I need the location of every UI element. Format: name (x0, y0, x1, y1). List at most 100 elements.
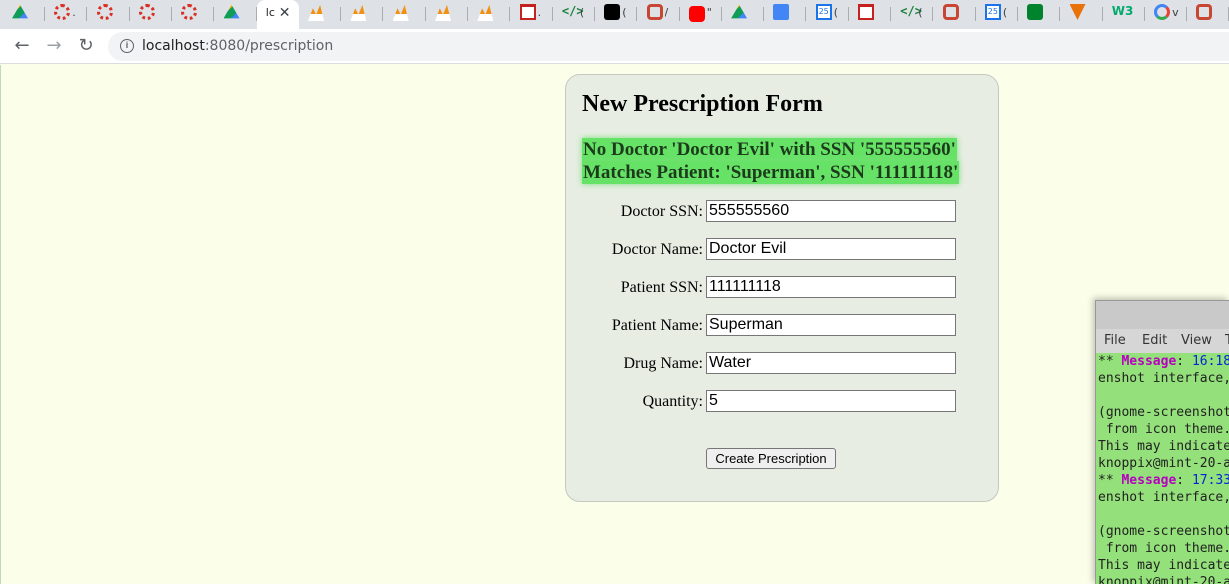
terminal-line-separator: : (1176, 354, 1192, 369)
browser-tab[interactable] (722, 0, 765, 26)
browser-tab[interactable] (426, 0, 468, 26)
browser-tab[interactable]: 25( (976, 0, 1018, 26)
code-icon: </> (561, 4, 584, 18)
terminal-line: from icon theme. (1098, 541, 1229, 556)
tab-title: ( (579, 6, 585, 19)
browser-tab[interactable]: </>( (553, 0, 595, 26)
drug-name-label: Drug Name: (623, 355, 703, 372)
browser-tab[interactable]: W3 (1103, 0, 1145, 26)
browser-tab[interactable] (1187, 0, 1229, 26)
browser-toolbar: ← → ↻ i localhost:8080/prescription (0, 29, 1229, 64)
browser-tab[interactable] (3, 0, 45, 26)
terminal-line: (gnome-screenshot (1098, 405, 1229, 420)
browser-tab[interactable] (172, 0, 215, 26)
oracle-icon (1196, 4, 1213, 20)
address-bar[interactable]: i localhost:8080/prescription (108, 32, 1229, 61)
browser-tab[interactable] (764, 0, 807, 26)
tab-close-icon[interactable]: ✕ (279, 4, 291, 21)
site-info-icon[interactable]: i (120, 39, 134, 53)
terminal-menu-item[interactable]: T (1225, 333, 1229, 348)
drug-name-input[interactable] (706, 352, 956, 374)
code-icon: </> (900, 4, 922, 18)
back-button[interactable]: ← (12, 36, 32, 56)
reload-button[interactable]: ↻ (76, 36, 96, 56)
terminal-line: ** Message: 16:18 (1098, 353, 1229, 370)
google-calendar-icon: 25 (984, 4, 1001, 20)
terminal-menu-item[interactable]: File (1104, 333, 1126, 348)
terminal-line: This may indicate (1098, 439, 1229, 454)
browser-tab[interactable] (88, 0, 130, 26)
browser-tab[interactable] (1061, 0, 1103, 26)
browser-tab[interactable]: " (680, 0, 722, 26)
doctor-name-input[interactable] (706, 238, 956, 260)
tab-title: " (706, 6, 712, 19)
browser-tab[interactable]: ( (595, 0, 638, 26)
google-icon (1154, 4, 1171, 20)
error-line-2: Matches Patient: 'Superman', SSN '111111… (582, 161, 960, 184)
terminal-window[interactable]: File Edit View T ** Message: 16:18 enshot in… (1095, 300, 1229, 584)
browser-tab[interactable] (299, 0, 342, 26)
browser-tab[interactable] (849, 0, 891, 26)
terminal-line-separator: : (1176, 473, 1192, 488)
terminal-menubar: File Edit View T (1096, 329, 1229, 353)
terminal-menu-item[interactable]: Edit (1142, 333, 1167, 348)
patient-name-label: Patient Name: (611, 317, 703, 334)
doctor-name-label: Doctor Name: (611, 241, 703, 258)
tab-title: . (72, 6, 76, 19)
forward-button[interactable]: → (44, 36, 64, 56)
patient-ssn-input[interactable] (706, 276, 956, 298)
tab-title: lc (265, 6, 275, 19)
terminal-output[interactable]: ** Message: 16:18 enshot interface, (gnome… (1096, 353, 1229, 584)
tab-title: ( (622, 6, 627, 19)
create-prescription-button[interactable]: Create Prescription (706, 448, 836, 469)
browser-tab[interactable]: . (511, 0, 553, 26)
browser-tab[interactable] (1018, 0, 1061, 26)
quantity-label: Quantity: (642, 393, 703, 410)
browser-tab[interactable] (468, 0, 511, 26)
quantity-input[interactable] (706, 390, 956, 412)
terminal-timestamp: 16:18 (1191, 354, 1229, 369)
browser-tab[interactable] (215, 0, 257, 26)
error-message: No Doctor 'Doctor Evil' with SSN '555555… (582, 138, 972, 184)
page-content: New Prescription Form No Doctor 'Doctor … (0, 65, 1229, 584)
browser-tab[interactable] (384, 0, 426, 26)
browser-tab[interactable]: </>( (891, 0, 934, 26)
doctor-name-row: Doctor Name: (566, 238, 1000, 262)
browser-tab[interactable]: lc ✕ (256, 0, 299, 29)
google-docs-icon (773, 4, 790, 20)
browser-tab[interactable]: v (1145, 0, 1188, 26)
terminal-message-keyword: Message (1121, 354, 1177, 369)
google-meet-icon (1027, 4, 1044, 20)
terminal-line-prefix: ** (1098, 354, 1122, 369)
terminal-line: enshot interface, (1098, 490, 1229, 505)
youtube-icon (688, 6, 705, 22)
url-path: :8080/prescription (204, 38, 334, 54)
terminal-menu-item[interactable]: View (1181, 333, 1212, 348)
terminal-titlebar[interactable] (1096, 301, 1229, 329)
url-text[interactable]: localhost:8080/prescription (142, 38, 333, 54)
terminal-message-keyword: Message (1121, 473, 1177, 488)
browser-tab[interactable]: 25( (807, 0, 849, 26)
black-square-icon (604, 4, 621, 20)
browser-tab[interactable]: . (45, 0, 88, 26)
phpmyadmin-icon (477, 5, 494, 21)
tab-title: v (1172, 6, 1179, 19)
patient-name-row: Patient Name: (566, 314, 1000, 338)
phpmyadmin-icon (308, 5, 325, 21)
terminal-line: (gnome-screenshot (1098, 524, 1229, 539)
browser-tab[interactable] (341, 0, 384, 26)
google-calendar-icon: 25 (815, 4, 832, 20)
browser-tab[interactable]: / (638, 0, 680, 26)
browser-tab[interactable] (130, 0, 172, 26)
prescription-form-card: New Prescription Form No Doctor 'Doctor … (565, 74, 999, 502)
gmail-icon (519, 4, 536, 20)
patient-name-input[interactable] (706, 314, 956, 336)
red-ring-icon (96, 4, 113, 20)
phpmyadmin-icon (350, 5, 367, 21)
red-ring-icon (138, 4, 155, 20)
doctor-ssn-input[interactable] (706, 200, 956, 222)
tab-title: ( (1002, 6, 1008, 19)
browser-tab[interactable] (934, 0, 976, 26)
